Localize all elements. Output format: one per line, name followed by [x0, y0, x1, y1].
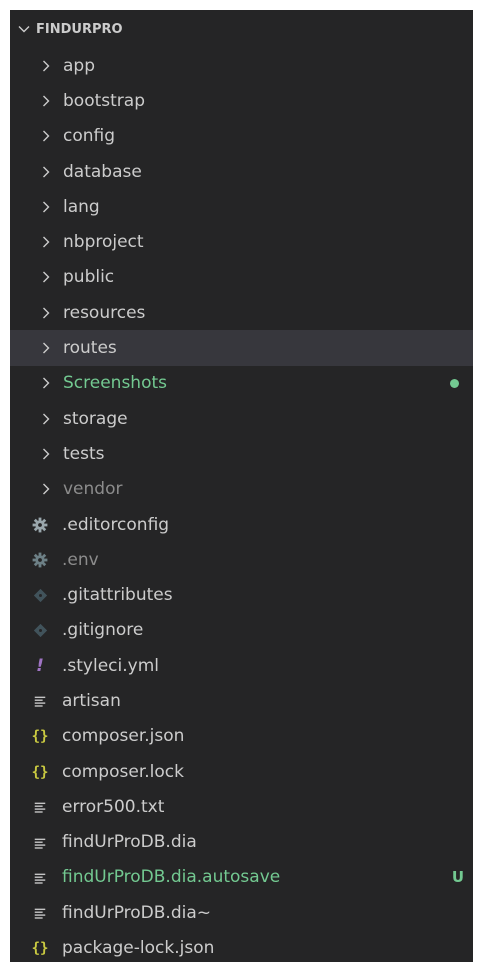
file-label: package-lock.json — [62, 938, 215, 959]
folder-label: config — [63, 126, 116, 147]
folder-label: public — [63, 267, 115, 288]
folder-config[interactable]: config — [10, 119, 473, 154]
file-label: error500.txt — [62, 796, 165, 817]
folder-label: app — [63, 55, 95, 76]
folder-label: storage — [63, 408, 128, 429]
chevron-right-icon — [43, 201, 50, 213]
folder-label: bootstrap — [63, 90, 145, 111]
folder-label: tests — [63, 443, 105, 464]
file-findurprodb-dia-autosave[interactable]: findUrProDB.dia.autosave U — [10, 860, 473, 895]
chevron-right-icon — [43, 95, 50, 107]
text-file-icon — [30, 691, 50, 711]
file-label: findUrProDB.dia — [62, 832, 197, 853]
folder-lang[interactable]: lang — [10, 189, 473, 224]
chevron-down-icon — [18, 26, 30, 33]
folder-vendor[interactable]: vendor — [10, 472, 473, 507]
file-package-lock-json[interactable]: {} package-lock.json — [10, 930, 473, 962]
folder-label: Screenshots — [63, 373, 168, 394]
folder-label: resources — [63, 302, 146, 323]
file-label: composer.json — [62, 726, 185, 747]
folder-tests[interactable]: tests — [10, 436, 473, 471]
text-file-icon — [30, 832, 50, 852]
file-label: composer.lock — [62, 761, 184, 782]
folder-bootstrap[interactable]: bootstrap — [10, 83, 473, 118]
file-composer-lock[interactable]: {} composer.lock — [10, 754, 473, 789]
folder-label: database — [63, 161, 142, 182]
explorer-header[interactable]: FINDURPRO — [10, 10, 473, 48]
file-error500-txt[interactable]: error500.txt — [10, 789, 473, 824]
gear-icon — [30, 550, 50, 570]
file-findurprodb-dia[interactable]: findUrProDB.dia~ — [10, 895, 473, 930]
git-status-dot — [450, 378, 459, 388]
chevron-right-icon — [43, 448, 50, 460]
chevron-right-icon — [43, 377, 50, 389]
chevron-right-icon — [43, 130, 50, 142]
folder-label: lang — [63, 196, 100, 217]
file-composer-json[interactable]: {} composer.json — [10, 719, 473, 754]
file-env[interactable]: .env — [10, 542, 473, 577]
folder-database[interactable]: database — [10, 154, 473, 189]
json-icon: {} — [31, 940, 49, 957]
text-file-icon — [30, 797, 50, 817]
chevron-right-icon — [43, 166, 50, 178]
file-label: .gitattributes — [62, 585, 173, 606]
chevron-right-icon — [43, 307, 50, 319]
yaml-icon: ! — [36, 655, 44, 676]
text-file-icon — [30, 867, 50, 887]
chevron-right-icon — [43, 236, 50, 248]
chevron-right-icon — [43, 413, 50, 425]
folder-label: vendor — [63, 479, 123, 500]
folder-app[interactable]: app — [10, 48, 473, 83]
file-gitattributes[interactable]: .gitattributes — [10, 577, 473, 612]
file-label: findUrProDB.dia.autosave — [62, 867, 281, 888]
json-icon: {} — [31, 764, 49, 781]
folder-routes[interactable]: routes — [10, 330, 473, 366]
chevron-right-icon — [43, 271, 50, 283]
git-icon — [30, 620, 50, 640]
git-status-badge: U — [451, 868, 464, 887]
folder-storage[interactable]: storage — [10, 401, 473, 436]
chevron-right-icon — [43, 483, 50, 495]
folder-screenshots[interactable]: Screenshots — [10, 366, 473, 401]
file-artisan[interactable]: artisan — [10, 683, 473, 718]
file-label: .gitignore — [62, 620, 144, 641]
file-label: .env — [62, 549, 99, 570]
file-findurprodb-dia[interactable]: findUrProDB.dia — [10, 825, 473, 860]
file-styleci-yml[interactable]: ! .styleci.yml — [10, 648, 473, 683]
file-label: artisan — [62, 690, 121, 711]
folder-public[interactable]: public — [10, 260, 473, 295]
json-icon: {} — [31, 728, 49, 745]
folder-label: nbproject — [63, 232, 144, 253]
chevron-right-icon — [43, 60, 50, 72]
gear-icon — [30, 515, 50, 535]
folder-resources[interactable]: resources — [10, 295, 473, 330]
file-gitignore[interactable]: .gitignore — [10, 613, 473, 648]
text-file-icon — [30, 903, 50, 923]
git-icon — [30, 585, 50, 605]
file-tree: app bootstrap config database lang nbproject p… — [10, 48, 473, 962]
file-label: findUrProDB.dia~ — [62, 902, 212, 923]
file-editorconfig[interactable]: .editorconfig — [10, 507, 473, 542]
project-title: FINDURPRO — [36, 21, 123, 37]
folder-label: routes — [63, 338, 117, 359]
file-label: .editorconfig — [62, 514, 170, 535]
file-label: .styleci.yml — [62, 655, 159, 676]
folder-nbproject[interactable]: nbproject — [10, 224, 473, 259]
chevron-right-icon — [43, 342, 50, 354]
file-explorer: FINDURPRO app bootstrap config database lang… — [10, 10, 473, 962]
